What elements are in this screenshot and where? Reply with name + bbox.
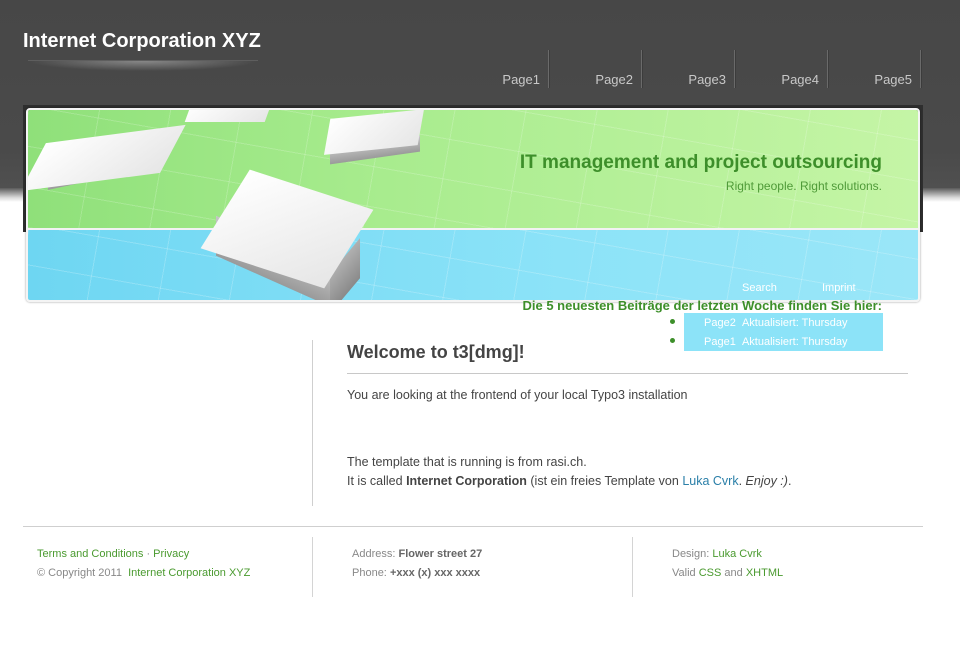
nav-item-page3[interactable]: Page3 [642, 50, 735, 88]
nav-item-label[interactable]: Page2 [595, 72, 633, 87]
template-credit-text: It is called Internet Corporation (ist e… [347, 474, 791, 488]
nav-item-label[interactable]: Page1 [502, 72, 540, 87]
column-divider [312, 340, 313, 506]
banner-cube-image [200, 169, 390, 300]
footer-validation: Valid CSS and XHTML [672, 567, 783, 579]
main-nav: Page1 Page2 Page3 Page4 Page5 [456, 50, 921, 88]
banner-cube-image [323, 110, 434, 168]
latest-post-status: Aktualisiert: Thursday [741, 336, 848, 348]
credit-after-link: . [738, 474, 746, 488]
latest-post-entry: Page2 Aktualisiert: Thursday [684, 313, 883, 332]
intro-text: You are looking at the frontend of your … [347, 388, 688, 402]
latest-posts-title: Die 5 neuesten Beiträge der letzten Woch… [522, 298, 882, 313]
nav-item-label[interactable]: Page4 [781, 72, 819, 87]
banner-cube-image [28, 114, 186, 204]
search-link[interactable]: Search [742, 282, 777, 294]
bullet-icon [670, 338, 675, 343]
latest-post-entry: Page1 Aktualisiert: Thursday [684, 332, 883, 351]
nav-item-page5[interactable]: Page5 [828, 50, 921, 88]
credit-middle: (ist ein freies Template von [526, 474, 683, 488]
phone-value: +xxx (x) xxx xxxx [389, 567, 481, 579]
nav-item-page2[interactable]: Page2 [549, 50, 642, 88]
bullet-icon [670, 319, 675, 324]
footer-column-divider [632, 537, 633, 597]
template-name: Internet Corporation [406, 474, 527, 488]
and-text: and [724, 567, 743, 579]
latest-post-link[interactable]: Page1 [704, 336, 736, 348]
footer-separator: · [143, 548, 154, 560]
footer-phone: Phone: +xxx (x) xxx xxxx [352, 567, 480, 579]
address-value: Flower street 27 [398, 548, 483, 560]
latest-post-link[interactable]: Page2 [704, 317, 736, 329]
heading-divider [347, 373, 908, 374]
css-link[interactable]: CSS [699, 567, 722, 579]
copyright-text: © Copyright 2011 [37, 567, 122, 579]
nav-item-page4[interactable]: Page4 [735, 50, 828, 88]
footer-design: Design: Luka Cvrk [672, 548, 762, 560]
banner-cube-image [184, 110, 278, 130]
enjoy-text: Enjoy :) [745, 474, 788, 488]
xhtml-link[interactable]: XHTML [746, 567, 783, 579]
footer-divider [23, 526, 923, 527]
privacy-link[interactable]: Privacy [153, 548, 189, 560]
page-title: Welcome to t3[dmg]! [347, 342, 525, 362]
design-label: Design: [672, 548, 710, 560]
company-link[interactable]: Internet Corporation XYZ [128, 567, 250, 579]
template-source-text: The template that is running is from ras… [347, 455, 587, 469]
footer-address: Address: Flower street 27 [352, 548, 482, 560]
title-underline [28, 60, 258, 71]
address-label: Address: [352, 548, 396, 560]
site-title[interactable]: Internet Corporation XYZ [23, 30, 261, 53]
header-banner: IT management and project outsourcing Ri… [26, 108, 920, 302]
credit-prefix: It is called [347, 474, 407, 488]
banner-tagline: Right people. Right solutions. [725, 179, 882, 193]
footer-column-divider [312, 537, 313, 597]
terms-link[interactable]: Terms and Conditions [37, 548, 143, 560]
credit-end: . [787, 474, 792, 488]
latest-post-status: Aktualisiert: Thursday [741, 317, 848, 329]
nav-item-label[interactable]: Page3 [688, 72, 726, 87]
footer-copyright: © Copyright 2011 Internet Corporation XY… [37, 567, 250, 579]
nav-item-label[interactable]: Page5 [874, 72, 912, 87]
nav-item-page1[interactable]: Page1 [456, 50, 549, 88]
phone-label: Phone: [352, 567, 387, 579]
designer-link[interactable]: Luka Cvrk [712, 548, 762, 560]
imprint-link[interactable]: Imprint [822, 282, 856, 294]
valid-label: Valid [672, 567, 696, 579]
author-link[interactable]: Luka Cvrk [682, 474, 738, 488]
banner-blue-panel [28, 228, 918, 300]
footer-legal-links: Terms and Conditions · Privacy [37, 548, 189, 560]
banner-headline: IT management and project outsourcing [519, 152, 882, 173]
